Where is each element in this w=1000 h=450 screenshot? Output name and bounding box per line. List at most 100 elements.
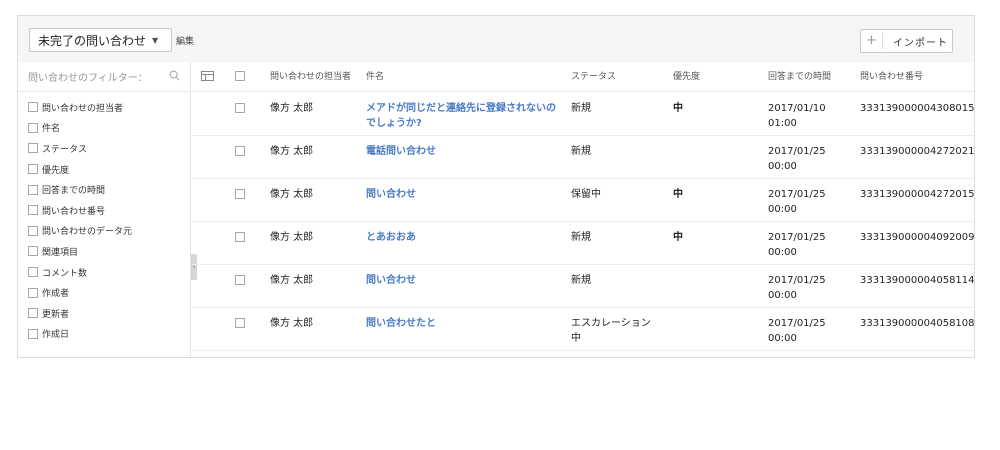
filter-field-checkbox[interactable] (28, 287, 38, 298)
filter-field-item[interactable]: 問い合わせ番号 (18, 200, 190, 221)
cell-status: エスカレーション中 (571, 318, 651, 344)
list-toolbar: 未完了の問い合わせ ▼ 編集 + インポート (18, 16, 974, 62)
filter-sidebar: 問い合わせのフィルター： 問い合わせの担当者 件名 ステータス 優先度 回答までの時間問… (18, 62, 191, 357)
cell-status: 保留中 (571, 189, 601, 200)
cell-status: 新規 (571, 146, 591, 157)
cell-response-time: 2017/01/25 00:00 (768, 189, 826, 215)
cases-list-panel: 未完了の問い合わせ ▼ 編集 + インポート 問い合わせのフィルター： 問い合わ… (17, 15, 975, 358)
filter-field-checkbox[interactable] (28, 143, 38, 154)
row-checkbox[interactable] (235, 275, 245, 285)
filter-field-checkbox[interactable] (28, 328, 38, 339)
filter-field-checkbox[interactable] (28, 122, 38, 133)
table-row[interactable]: 像方 太郎 問い合わせたと エスカレーション中 2017/01/25 00:00 333… (192, 308, 975, 351)
cell-subject-link[interactable]: 電話問い合わせ (366, 144, 556, 159)
cell-number: 333139000004058114 (860, 275, 975, 286)
table-row[interactable]: 像方 太郎 とあおおあ 新規 中 2017/01/25 00:00 33313900000… (192, 222, 975, 265)
filter-field-item[interactable]: 更新者 (18, 303, 190, 324)
row-checkbox[interactable] (235, 103, 245, 113)
filter-field-label: 件名 (42, 124, 61, 135)
cell-response-time: 2017/01/25 00:00 (768, 275, 826, 301)
filter-field-item[interactable]: ステータス (18, 138, 190, 159)
filter-search-placeholder: 問い合わせのフィルター： (28, 73, 148, 84)
filter-field-checkbox[interactable] (28, 308, 38, 319)
column-header-subject[interactable]: 件名 (366, 62, 384, 92)
filter-field-label: 関連項目 (42, 247, 79, 258)
column-header-status[interactable]: ステータス (571, 62, 616, 92)
cell-owner: 像方 太郎 (270, 275, 314, 286)
filter-field-checkbox[interactable] (28, 246, 38, 257)
filter-field-checkbox[interactable] (28, 184, 38, 195)
table-row[interactable]: 像方 太郎 電話問い合わせ 新規 2017/01/25 00:00 3331390000… (192, 136, 975, 179)
cell-priority: 中 (673, 189, 683, 200)
import-button[interactable]: + インポート (860, 29, 953, 53)
column-header-priority[interactable]: 優先度 (673, 62, 700, 92)
filter-field-checkbox[interactable] (28, 164, 38, 175)
filter-field-item[interactable]: 優先度 (18, 159, 190, 180)
filter-field-item[interactable]: 作成者 (18, 282, 190, 303)
filter-field-item[interactable]: 作成日 (18, 324, 190, 345)
row-checkbox[interactable] (235, 232, 245, 242)
filter-field-item[interactable]: 問い合わせの担当者 (18, 97, 190, 118)
edit-view-link[interactable]: 編集 (176, 34, 194, 47)
view-selector[interactable]: 未完了の問い合わせ ▼ (29, 28, 172, 52)
cell-response-time: 2017/01/25 00:00 (768, 146, 826, 172)
cell-number: 333139000004092009 (860, 232, 975, 243)
filter-search[interactable]: 問い合わせのフィルター： (18, 62, 190, 92)
filter-field-label: コメント数 (42, 268, 88, 279)
filter-field-item[interactable]: 回答までの時間 (18, 179, 190, 200)
filter-field-label: 優先度 (42, 165, 70, 176)
filter-field-list: 問い合わせの担当者 件名ステータス優先度回答までの時間 問い合わせ番号問い合わせのデ… (18, 92, 190, 344)
filter-field-checkbox[interactable] (28, 267, 38, 278)
cell-owner: 像方 太郎 (270, 318, 314, 329)
view-selector-label: 未完了の問い合わせ (38, 33, 147, 48)
cell-subject-link[interactable]: とあおおあ (366, 230, 556, 245)
cell-response-time: 2017/01/10 01:00 (768, 103, 826, 129)
column-header-owner[interactable]: 問い合わせの担当者 (270, 62, 351, 92)
filter-field-item[interactable]: 問い合わせのデータ元 (18, 221, 190, 242)
cell-subject-link[interactable]: 問い合わせ (366, 273, 556, 288)
filter-field-label: 回答までの時間 (42, 186, 106, 197)
row-checkbox[interactable] (235, 189, 245, 199)
select-all-checkbox[interactable] (235, 71, 245, 81)
cell-response-time: 2017/01/25 00:00 (768, 232, 826, 258)
column-settings-icon[interactable] (201, 71, 215, 82)
cell-owner: 像方 太郎 (270, 189, 314, 200)
filter-field-label: 問い合わせの担当者 (42, 103, 124, 114)
cell-number: 333139000004272015 (860, 189, 975, 200)
filter-field-label: 問い合わせのデータ元 (42, 227, 133, 238)
column-header-number[interactable]: 問い合わせ番号 (860, 62, 923, 92)
cell-subject-link[interactable]: 問い合わせたと (366, 316, 556, 331)
cell-status: 新規 (571, 232, 591, 243)
filter-field-item[interactable]: 件名 (18, 118, 190, 139)
table-row[interactable]: 像方 太郎 メアドが同じだと連絡先に登録されないのでしょうか? 新規 中 2017/01… (192, 93, 975, 136)
filter-field-label: 作成者 (42, 289, 70, 300)
column-header-response-time[interactable]: 回答までの時間 (768, 62, 831, 92)
cell-number: 333139000004058108 (860, 318, 975, 329)
cell-number: 333139000004272021 (860, 146, 975, 157)
chevron-down-icon: ▼ (152, 35, 159, 45)
filter-field-checkbox[interactable] (28, 225, 38, 236)
cell-status: 新規 (571, 275, 591, 286)
filter-field-item[interactable]: 関連項目 (18, 241, 190, 262)
filter-field-checkbox[interactable] (28, 102, 38, 113)
row-checkbox[interactable] (235, 146, 245, 156)
filter-field-label: 更新者 (42, 309, 70, 320)
table-body: 像方 太郎 メアドが同じだと連絡先に登録されないのでしょうか? 新規中 2017/01… (192, 93, 975, 351)
filter-field-label: 作成日 (42, 330, 70, 341)
cell-response-time: 2017/01/25 00:00 (768, 318, 826, 344)
cell-owner: 像方 太郎 (270, 146, 314, 157)
row-checkbox[interactable] (235, 318, 245, 328)
plus-icon: + (861, 33, 883, 49)
import-button-label: インポート (893, 37, 948, 49)
filter-field-checkbox[interactable] (28, 205, 38, 216)
filter-field-label: 問い合わせ番号 (42, 206, 106, 217)
filter-field-item[interactable]: コメント数 (18, 262, 190, 283)
cell-priority: 中 (673, 232, 683, 243)
cell-subject-link[interactable]: メアドが同じだと連絡先に登録されないのでしょうか? (366, 101, 556, 131)
table-row[interactable]: 像方 太郎 問い合わせ 新規 2017/01/25 00:00 333139000004… (192, 265, 975, 308)
table-row[interactable]: 像方 太郎 問い合わせ 保留中 中 2017/01/25 00:00 3331390000… (192, 179, 975, 222)
search-icon[interactable] (169, 70, 180, 81)
cell-subject-link[interactable]: 問い合わせ (366, 187, 556, 202)
filter-field-label: ステータス (42, 144, 88, 155)
cell-owner: 像方 太郎 (270, 103, 314, 114)
